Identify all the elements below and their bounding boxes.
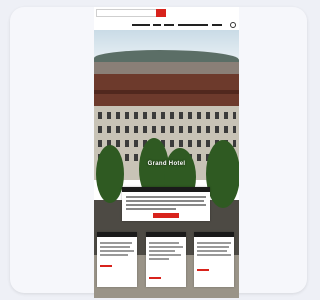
info-text [149, 250, 175, 252]
info-text [197, 242, 231, 244]
info-text [149, 258, 169, 260]
info-card-link[interactable] [197, 269, 209, 271]
nav-item[interactable] [178, 24, 208, 26]
info-text [149, 254, 181, 256]
info-text [197, 254, 231, 256]
info-card-header [146, 232, 186, 237]
info-text [100, 254, 128, 256]
info-text [149, 242, 179, 244]
info-card-link[interactable] [149, 277, 161, 279]
nav-item[interactable] [212, 24, 222, 26]
roof-detail [94, 90, 239, 94]
info-card [97, 232, 137, 287]
search-icon[interactable] [230, 22, 236, 28]
main-nav [94, 20, 239, 30]
nav-item[interactable] [153, 24, 161, 26]
nav-item[interactable] [164, 24, 174, 26]
tree [96, 145, 124, 203]
banner-text [126, 200, 204, 202]
site-logo[interactable] [97, 21, 125, 27]
tree [206, 140, 239, 208]
window-row [98, 126, 236, 133]
search-button[interactable] [156, 9, 166, 17]
info-card [194, 232, 234, 287]
top-bar [94, 7, 239, 22]
banner-header [122, 187, 210, 192]
banner-text [126, 196, 206, 198]
info-card-header [97, 232, 137, 237]
utility-links [210, 9, 236, 22]
info-card-link[interactable] [100, 265, 112, 267]
info-card-header [194, 232, 234, 237]
window-row [98, 112, 236, 119]
accept-button[interactable] [153, 213, 179, 218]
info-text [100, 246, 130, 248]
info-text [149, 246, 183, 248]
info-text [100, 242, 132, 244]
cookie-banner [122, 187, 210, 221]
nav-item[interactable] [132, 24, 150, 26]
info-text [100, 250, 134, 252]
banner-text [126, 208, 176, 210]
info-card [146, 232, 186, 287]
search-input[interactable] [96, 9, 157, 17]
hero-title: Grand Hotel [147, 161, 186, 167]
info-text [197, 246, 229, 248]
banner-text [126, 204, 206, 206]
info-text [197, 250, 227, 252]
